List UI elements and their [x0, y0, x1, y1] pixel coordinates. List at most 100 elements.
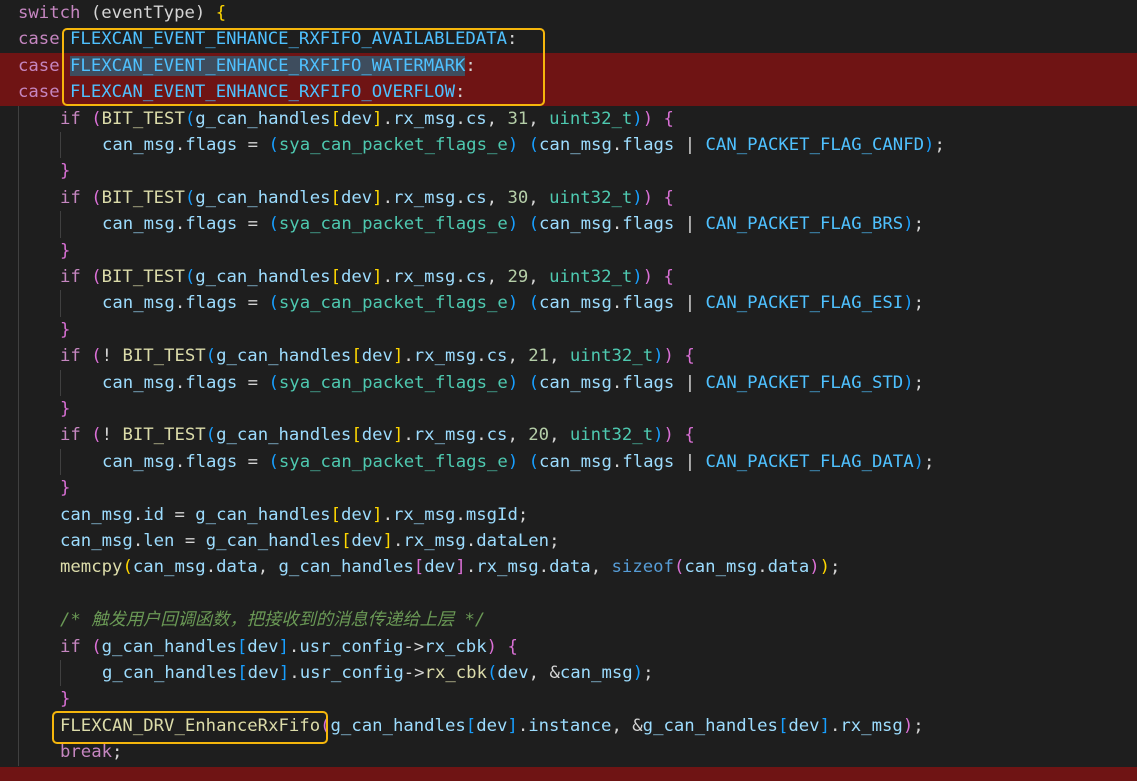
indent-guide	[18, 660, 19, 687]
code-line[interactable]: }	[0, 158, 1137, 185]
code-token: )	[507, 135, 519, 155]
code-token: .	[455, 504, 466, 525]
code-token: rx_cbk	[424, 636, 487, 657]
code-line[interactable]: }	[0, 396, 1137, 423]
code-token: .	[455, 108, 466, 129]
code-token: ,	[486, 108, 508, 129]
code-token: case	[18, 82, 60, 103]
code-text: memcpy(can_msg.data, g_can_handles[dev].…	[60, 554, 840, 580]
code-token: }	[60, 399, 71, 419]
code-token: |	[674, 372, 706, 393]
code-token: =	[237, 214, 269, 235]
code-token: (	[91, 108, 102, 129]
code-token: }	[60, 478, 71, 499]
code-token: .	[289, 663, 300, 683]
code-token: .	[174, 372, 186, 393]
code-line[interactable]: can_msg.flags = (sya_can_packet_flags_e)…	[0, 132, 1137, 159]
code-token: dev	[424, 557, 456, 578]
code-token: )	[642, 187, 654, 208]
code-line[interactable]: can_msg.flags = (sya_can_packet_flags_e)…	[0, 448, 1137, 476]
code-token: (	[91, 187, 102, 208]
code-token: CAN_PACKET_FLAG_CANFD	[705, 135, 925, 155]
code-token: g_can_handles	[216, 425, 352, 446]
code-token: ]	[372, 108, 383, 129]
code-token: (	[528, 135, 540, 155]
code-token: [	[237, 663, 248, 683]
code-token: rx_msg	[476, 557, 539, 578]
code-token: dev	[247, 663, 279, 683]
code-line[interactable]: can_msg.flags = (sya_can_packet_flags_e)…	[0, 369, 1137, 396]
code-token: .	[476, 346, 487, 367]
indent-guide	[18, 396, 19, 423]
code-token: can_msg	[102, 135, 175, 155]
code-token: (	[487, 663, 498, 683]
code-token: )	[809, 557, 820, 578]
code-line[interactable]: can_msg.flags = (sya_can_packet_flags_e)…	[0, 211, 1137, 238]
code-token: )	[632, 187, 643, 208]
code-token: {	[663, 267, 674, 287]
code-token: ;	[112, 742, 123, 763]
code-token: {	[507, 636, 518, 657]
code-text: g_can_handles[dev].usr_config->rx_cbk(de…	[102, 660, 654, 686]
code-line[interactable]: memcpy(can_msg.data, g_can_handles[dev].…	[0, 554, 1137, 581]
code-token: dev	[497, 663, 529, 683]
code-editor[interactable]: switch (eventType) {case FLEXCAN_EVENT_E…	[0, 0, 1137, 781]
code-text: can_msg.flags = (sya_can_packet_flags_e)…	[102, 290, 924, 316]
code-token: rx_msg	[392, 187, 456, 208]
annotation-box-function-call	[52, 711, 328, 744]
code-token: ,	[507, 346, 529, 367]
code-line[interactable]: }	[0, 316, 1137, 344]
code-line[interactable]: /* 触发用户回调函数，把接收到的消息传递给上层 */	[0, 607, 1137, 634]
code-line[interactable]: }	[0, 237, 1137, 264]
code-token: .	[403, 346, 414, 367]
code-line[interactable]: can_msg.len = g_can_handles[dev].rx_msg.…	[0, 528, 1137, 555]
code-token: rx_cbk	[424, 663, 487, 683]
code-line[interactable]: can_msg.flags = (sya_can_packet_flags_e)…	[0, 290, 1137, 317]
code-line[interactable]: can_msg.id = g_can_handles[dev].rx_msg.m…	[0, 501, 1137, 528]
code-token: sya_can_packet_flags_e	[278, 451, 508, 472]
code-line[interactable]: }	[0, 475, 1137, 502]
code-token: ;	[913, 293, 925, 314]
code-token: .	[465, 531, 477, 551]
code-line[interactable]: g_can_handles[dev].usr_config->rx_cbk(de…	[0, 660, 1137, 687]
indent-guide	[18, 316, 19, 344]
code-line[interactable]: if (BIT_TEST(g_can_handles[dev].rx_msg.c…	[0, 105, 1137, 132]
code-token: can_msg	[102, 372, 175, 393]
code-token: ,	[528, 663, 550, 683]
code-token: g_can_handles	[216, 346, 352, 367]
indent-guide	[18, 290, 19, 317]
indent-guide	[18, 633, 19, 660]
code-token: ,	[257, 557, 279, 578]
code-line[interactable]: switch (eventType) {	[0, 0, 1137, 26]
code-token: )	[486, 636, 498, 657]
code-token: .	[517, 715, 529, 736]
code-token: ]	[392, 346, 404, 367]
code-line[interactable]: if (g_can_handles[dev].usr_config->rx_cb…	[0, 633, 1137, 660]
code-token: case	[18, 29, 60, 50]
code-token: |	[674, 135, 706, 155]
code-line[interactable]: if (! BIT_TEST(g_can_handles[dev].rx_msg…	[0, 422, 1137, 449]
code-token: ,	[486, 267, 508, 287]
code-token: |	[674, 451, 706, 472]
code-line[interactable]: if (! BIT_TEST(g_can_handles[dev].rx_msg…	[0, 343, 1137, 370]
code-token: CAN_PACKET_FLAG_DATA	[705, 451, 914, 472]
code-token: ,	[507, 425, 529, 446]
code-line[interactable]: if (BIT_TEST(g_can_handles[dev].rx_msg.c…	[0, 184, 1137, 212]
code-token: CAN_PACKET_FLAG_ESI	[705, 293, 904, 314]
indent-guide	[18, 158, 19, 185]
code-token: can_msg	[684, 557, 758, 578]
code-line[interactable]: }	[0, 686, 1137, 713]
code-line[interactable]: if (BIT_TEST(g_can_handles[dev].rx_msg.c…	[0, 264, 1137, 291]
indent-guide	[18, 237, 19, 264]
code-token: g_can_handles	[278, 557, 414, 578]
code-token: .	[403, 425, 414, 446]
code-line[interactable]	[0, 580, 1137, 608]
indent-guide	[18, 607, 19, 634]
code-token: }	[60, 240, 71, 261]
code-token: g_can_handles	[195, 504, 331, 525]
